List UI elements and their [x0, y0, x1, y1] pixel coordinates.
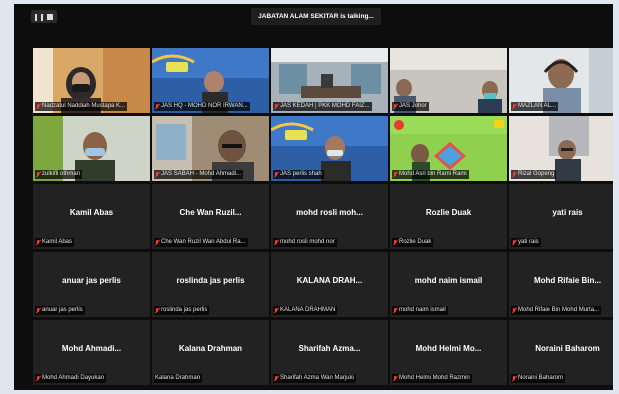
- muted-mic-icon: [393, 375, 397, 382]
- muted-mic-icon: [274, 375, 278, 382]
- participant-gallery: Nadzatul Naddiah Mustapa K... JAS HQ - M…: [19, 48, 613, 388]
- participant-name-label: Noraini Baharom: [511, 374, 566, 383]
- participant-tile[interactable]: mohd naim ismail mohd naim ismail: [390, 252, 507, 317]
- participant-display-name: KALANA DRAH...: [296, 276, 363, 285]
- muted-mic-icon: [36, 307, 40, 314]
- active-speaker-banner: JABATAN ALAM SEKITAR is talking...: [251, 8, 381, 25]
- participant-name-label: JAS SABAH - Mohd Ahmadi...: [154, 170, 244, 179]
- muted-mic-icon: [393, 307, 397, 314]
- participant-name-label: JAS HQ - MOHD NOR IRWAN...: [154, 102, 250, 111]
- muted-mic-icon: [274, 307, 278, 314]
- muted-mic-icon: [36, 375, 40, 382]
- participant-tile[interactable]: MAZLAN AL...: [509, 48, 613, 113]
- participant-tile[interactable]: Che Wan Ruzil... Che Wan Ruzil Wan Abdul…: [152, 184, 269, 249]
- participant-name-label: roslinda jas perlis: [154, 306, 210, 315]
- muted-mic-icon: [393, 103, 397, 110]
- muted-mic-icon: [155, 307, 159, 314]
- participant-display-name: Kamil Abas: [69, 208, 114, 217]
- participant-display-name: mohd rosli moh...: [296, 208, 363, 217]
- meeting-window: JABATAN ALAM SEKITAR is talking... Nadza…: [14, 4, 613, 390]
- participant-name-label: JAS perlis shah: [273, 170, 324, 179]
- participant-tile[interactable]: Sharifah Azma... Sharifah Azma Wan Marju…: [271, 320, 388, 385]
- participant-name-label: mohd rosli mohd nor: [273, 238, 337, 247]
- participant-name-label: Sharifah Azma Wan Marjuki: [273, 374, 356, 383]
- participant-tile[interactable]: Kalana Drahman Kalana Drahman: [152, 320, 269, 385]
- participant-name-label: Mohd Helmi Mohd Razmin: [392, 374, 472, 383]
- participant-display-name: Che Wan Ruzil...: [179, 208, 242, 217]
- participant-name-label: Rozlie Duak: [392, 238, 434, 247]
- participant-tile[interactable]: Mohd Asri bin Rami Rami: [390, 116, 507, 181]
- muted-mic-icon: [393, 239, 397, 246]
- participant-name-label: Mohd Ahmadi Dayukan: [35, 374, 107, 383]
- participant-display-name: Kalana Drahman: [178, 344, 243, 353]
- participant-display-name: Mohd Helmi Mo...: [415, 344, 482, 353]
- muted-mic-icon: [155, 103, 159, 110]
- muted-mic-icon: [512, 239, 516, 246]
- participant-display-name: roslinda jas perlis: [176, 276, 245, 285]
- participant-tile[interactable]: JAS Johor: [390, 48, 507, 113]
- participant-tile[interactable]: KALANA DRAH... KALANA DRAHMAN: [271, 252, 388, 317]
- participant-display-name: Mohd Rifaie Bin...: [533, 276, 602, 285]
- muted-mic-icon: [512, 171, 516, 178]
- participant-name-label: Rizal Gopeng: [511, 170, 557, 179]
- participant-display-name: Noraini Baharom: [535, 344, 600, 353]
- participant-name-label: Mohd Asri bin Rami Rami: [392, 170, 469, 179]
- participant-name-label: Kamil Abas: [35, 238, 75, 247]
- muted-mic-icon: [36, 103, 40, 110]
- muted-mic-icon: [512, 307, 516, 314]
- participant-tile[interactable]: yati rais yati rais: [509, 184, 613, 249]
- participant-name-label: yati rais: [511, 238, 541, 247]
- participant-tile[interactable]: Mohd Helmi Mo... Mohd Helmi Mohd Razmin: [390, 320, 507, 385]
- muted-mic-icon: [274, 103, 278, 110]
- muted-mic-icon: [155, 171, 159, 178]
- participant-name-label: zulkifli othman: [35, 170, 83, 179]
- pause-stop-controls[interactable]: [31, 10, 57, 23]
- participant-tile[interactable]: Kamil Abas Kamil Abas: [33, 184, 150, 249]
- participant-display-name: Rozlie Duak: [425, 208, 472, 217]
- participant-name-label: mohd naim ismail: [392, 306, 448, 315]
- participant-tile[interactable]: Nadzatul Naddiah Mustapa K...: [33, 48, 150, 113]
- participant-tile[interactable]: Mohd Rifaie Bin... Mohd Rifaie Bin Mohd …: [509, 252, 613, 317]
- muted-mic-icon: [36, 171, 40, 178]
- participant-tile[interactable]: Noraini Baharom Noraini Baharom: [509, 320, 613, 385]
- participant-name-label: Che Wan Ruzil Wan Abdul Ra...: [154, 238, 248, 247]
- meeting-top-bar: JABATAN ALAM SEKITAR is talking...: [14, 4, 613, 30]
- participant-tile[interactable]: zulkifli othman: [33, 116, 150, 181]
- muted-mic-icon: [512, 375, 516, 382]
- participant-name-label: MAZLAN AL...: [511, 102, 559, 111]
- participant-name-label: JAS Johor: [392, 102, 429, 111]
- participant-tile[interactable]: JAS perlis shah: [271, 116, 388, 181]
- participant-name-label: KALANA DRAHMAN: [273, 306, 338, 315]
- participant-tile[interactable]: roslinda jas perlis roslinda jas perlis: [152, 252, 269, 317]
- participant-name-label: anuar jas perlis: [35, 306, 85, 315]
- participant-name-label: Mohd Rifaie Bin Mohd Murta...: [511, 306, 602, 315]
- stop-icon[interactable]: [47, 13, 54, 20]
- participant-tile[interactable]: JAS HQ - MOHD NOR IRWAN...: [152, 48, 269, 113]
- muted-mic-icon: [36, 239, 40, 246]
- participant-tile[interactable]: anuar jas perlis anuar jas perlis: [33, 252, 150, 317]
- participant-display-name: Sharifah Azma...: [298, 344, 361, 353]
- participant-display-name: Mohd Ahmadi...: [61, 344, 122, 353]
- participant-display-name: yati rais: [552, 208, 583, 217]
- muted-mic-icon: [155, 239, 159, 246]
- participant-display-name: mohd naim ismail: [414, 276, 483, 285]
- muted-mic-icon: [274, 171, 278, 178]
- muted-mic-icon: [274, 239, 278, 246]
- participant-tile[interactable]: mohd rosli moh... mohd rosli mohd nor: [271, 184, 388, 249]
- pause-icon[interactable]: [34, 8, 44, 26]
- participant-tile[interactable]: Mohd Ahmadi... Mohd Ahmadi Dayukan: [33, 320, 150, 385]
- participant-tile[interactable]: Rozlie Duak Rozlie Duak: [390, 184, 507, 249]
- participant-display-name: anuar jas perlis: [62, 276, 121, 285]
- participant-name-label: Nadzatul Naddiah Mustapa K...: [35, 102, 128, 111]
- participant-name-label: Kalana Drahman: [154, 374, 203, 383]
- participant-tile[interactable]: JAS KEDAH | PKK MOHD FAIZ...: [271, 48, 388, 113]
- participant-tile[interactable]: Rizal Gopeng: [509, 116, 613, 181]
- muted-mic-icon: [512, 103, 516, 110]
- participant-tile[interactable]: JAS SABAH - Mohd Ahmadi...: [152, 116, 269, 181]
- muted-mic-icon: [393, 171, 397, 178]
- participant-name-label: JAS KEDAH | PKK MOHD FAIZ...: [273, 102, 372, 111]
